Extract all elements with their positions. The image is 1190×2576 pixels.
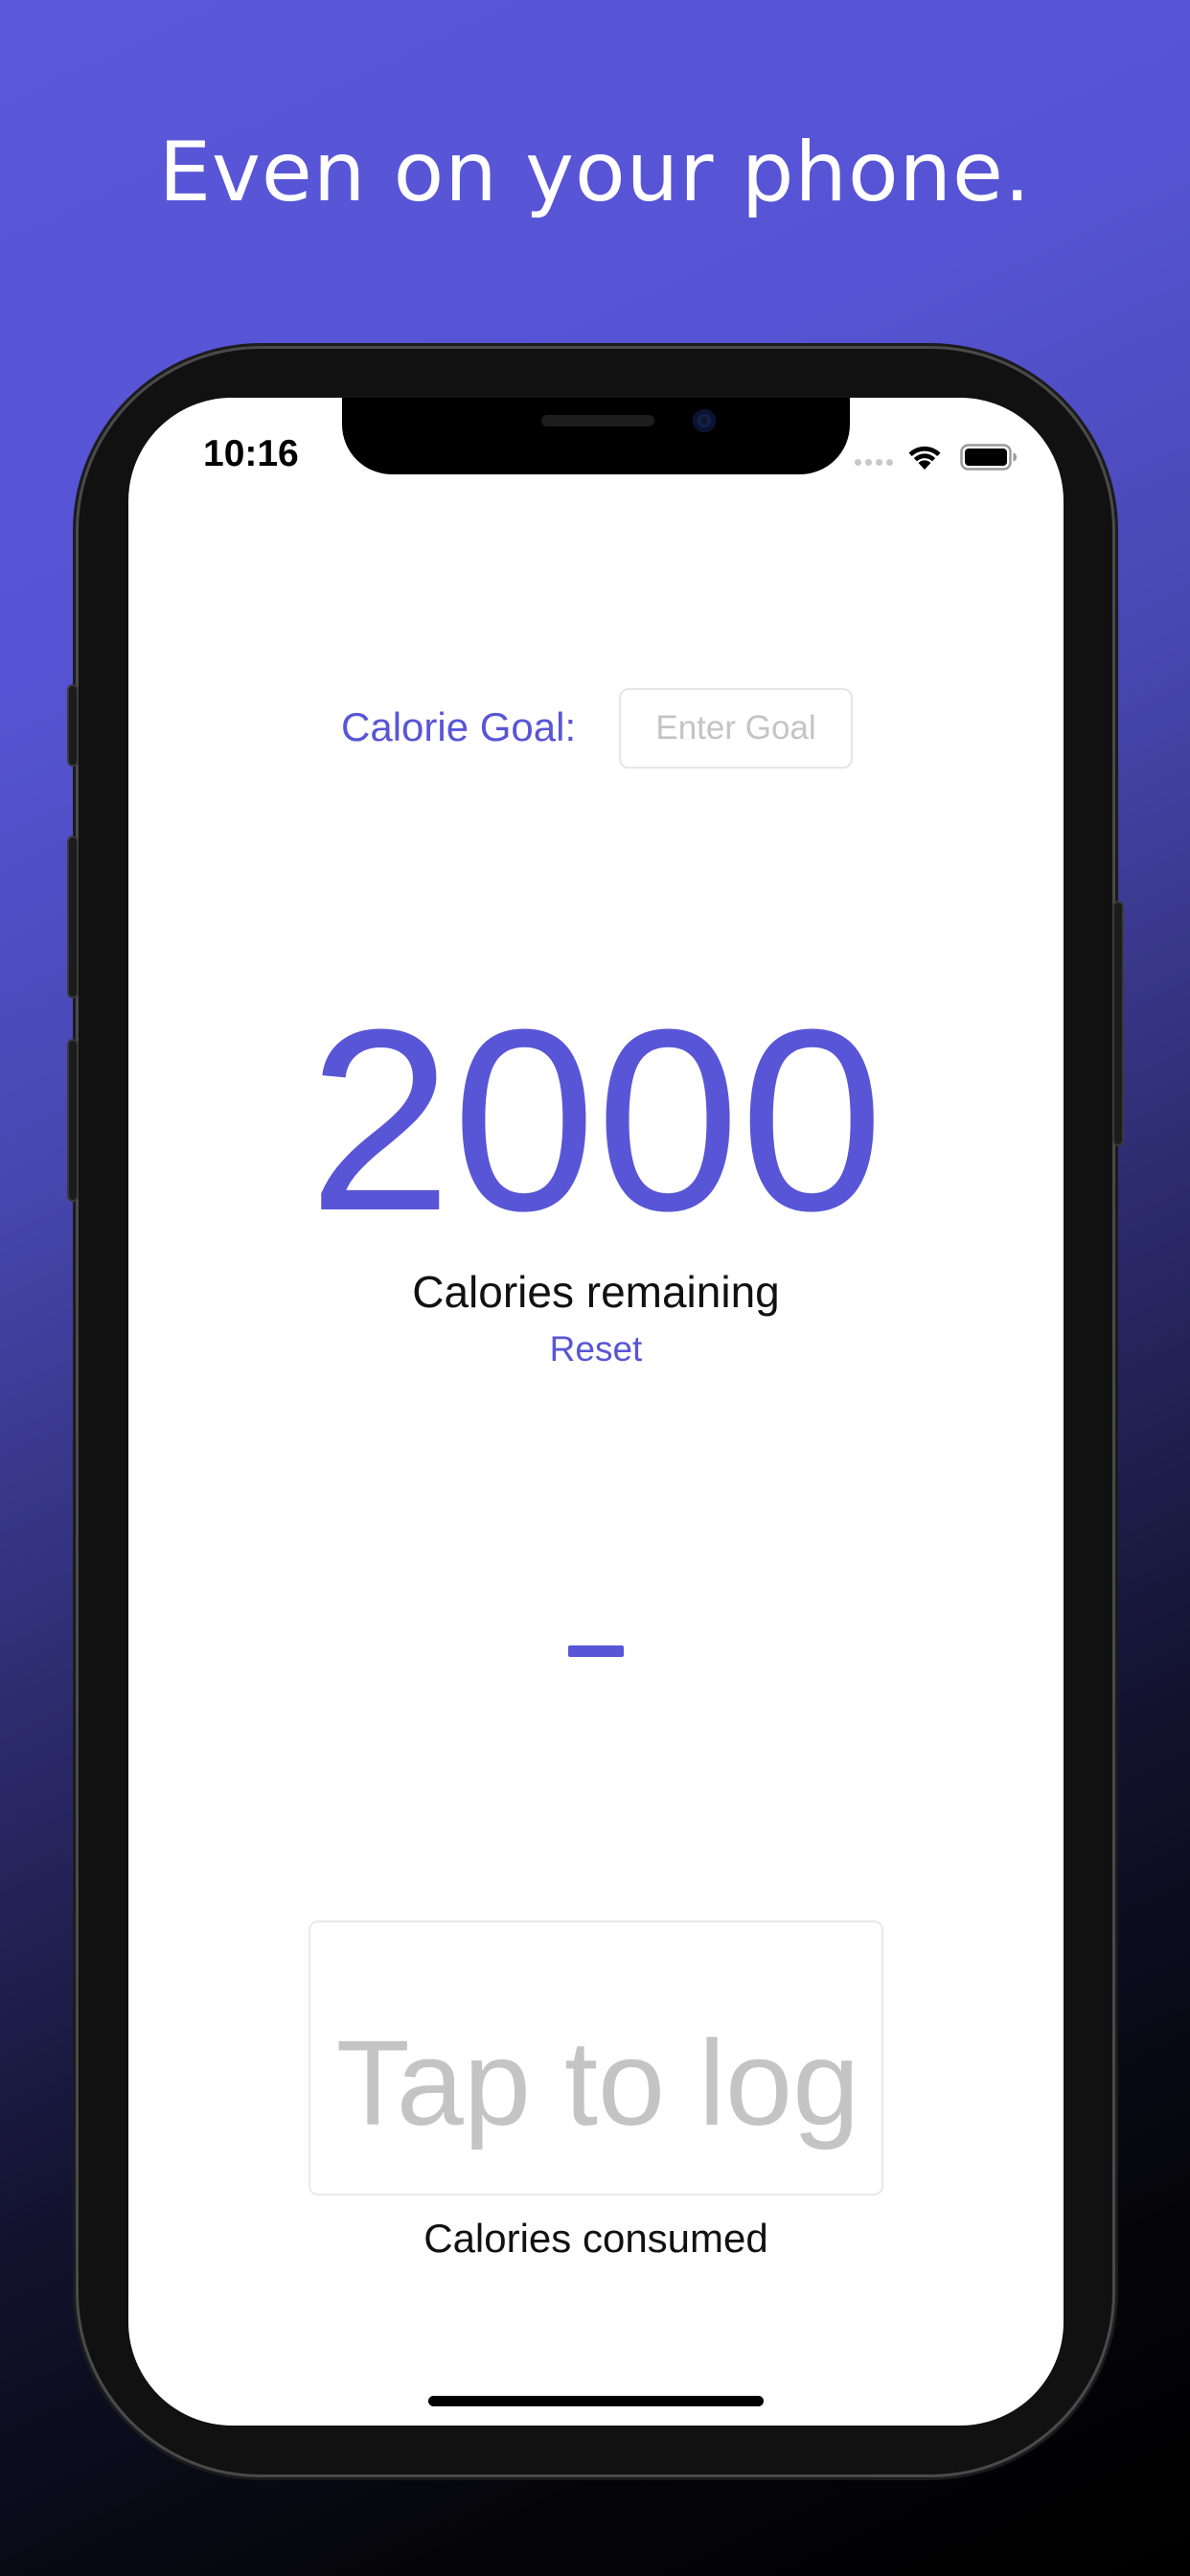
- calories-consumed-label: Calories consumed: [423, 2216, 768, 2261]
- log-calories-field[interactable]: Tap to log: [309, 1920, 883, 2196]
- status-bar-time: 10:16: [203, 433, 299, 474]
- volume-down-button: [69, 1041, 77, 1200]
- minus-icon: [568, 1645, 624, 1657]
- signal-dots-icon: [855, 459, 893, 466]
- speaker-grille: [541, 415, 654, 426]
- promo-headline: Even on your phone.: [158, 125, 1032, 220]
- calories-remaining-label: Calories remaining: [412, 1267, 780, 1317]
- app-screen: 10:16 Calorie Goal: 2000 Calories remain…: [128, 398, 1064, 2426]
- front-camera: [693, 409, 716, 432]
- calorie-goal-input[interactable]: [619, 688, 853, 769]
- log-calories-placeholder: Tap to log: [335, 2015, 860, 2150]
- silent-switch: [69, 686, 77, 765]
- notch: [342, 398, 850, 474]
- reset-button[interactable]: Reset: [515, 1329, 676, 1379]
- calories-remaining-value: 2000: [308, 977, 884, 1265]
- calorie-goal-label: Calorie Goal:: [341, 704, 577, 749]
- volume-up-button: [69, 838, 77, 997]
- battery-icon: [960, 444, 1017, 471]
- wifi-icon: [908, 446, 941, 470]
- power-button: [1114, 903, 1122, 1144]
- home-indicator[interactable]: [428, 2396, 764, 2406]
